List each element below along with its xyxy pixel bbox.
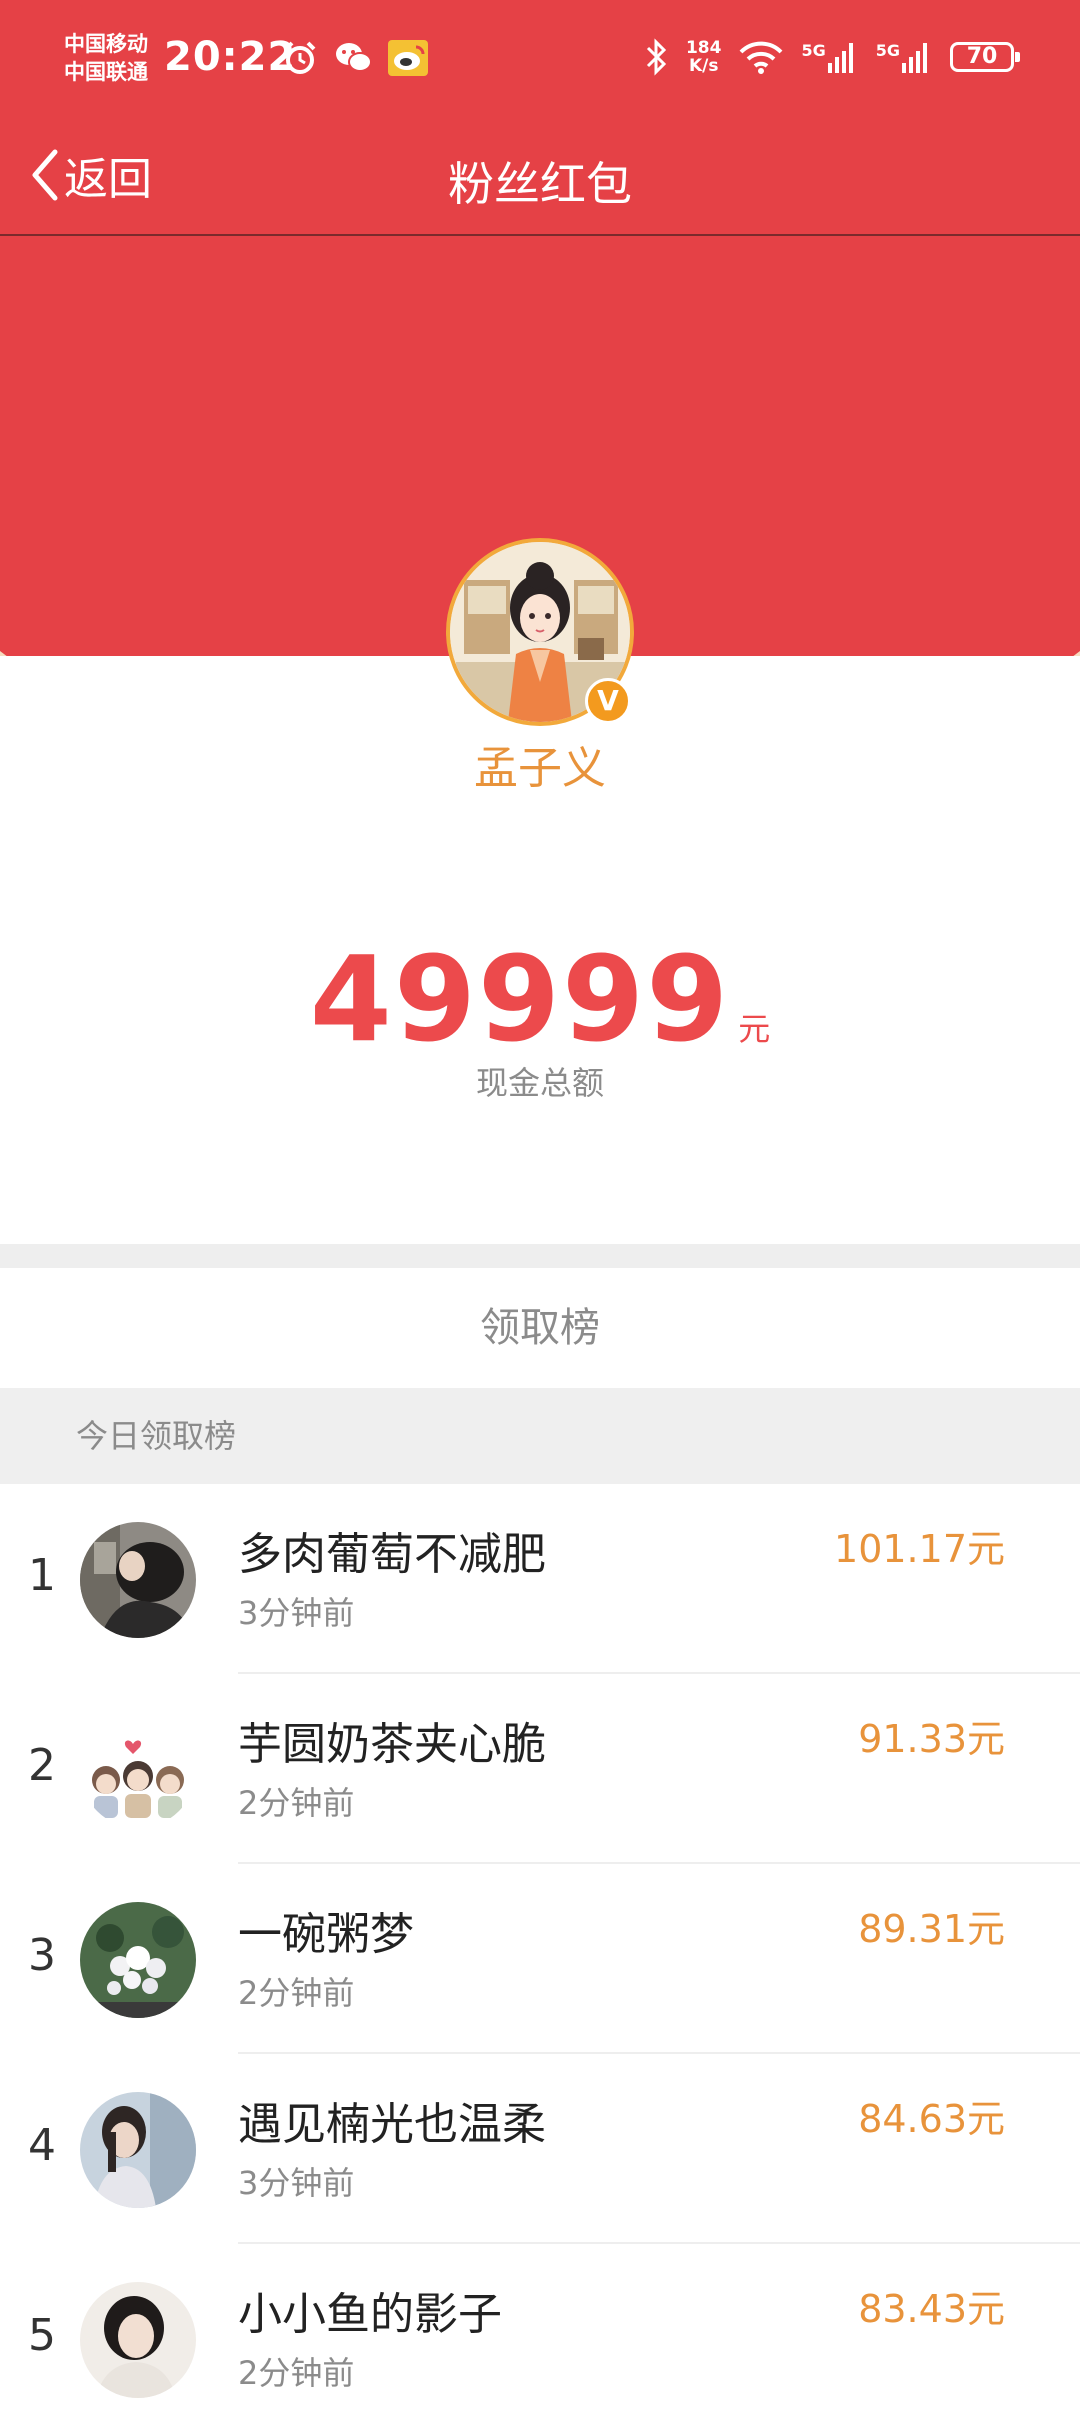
leaderboard-list: 1 多肉葡萄不减肥 3分钟前 101.17元 2 芋圆奶茶夹心脆 2分钟前 91…: [0, 1484, 1080, 2434]
carrier-1: 中国移动: [64, 32, 148, 56]
claim-amount: 89.31元: [858, 1907, 1005, 1951]
signal-bars-1-icon: [827, 43, 853, 73]
user-name: 遇见楠光也温柔: [238, 2099, 546, 2150]
user-name: 芋圆奶茶夹心脆: [238, 1719, 546, 1770]
total-amount-caption: 现金总额: [475, 1064, 604, 1102]
nav-bar: 返回 粉丝红包: [0, 120, 1080, 234]
wifi-icon: [740, 41, 783, 74]
user-avatar[interactable]: [80, 2092, 196, 2208]
claim-amount: 91.33元: [858, 1717, 1005, 1761]
claim-time: 2分钟前: [238, 1784, 355, 1822]
weibo-icon: [388, 40, 428, 76]
claim-amount: 84.63元: [858, 2097, 1005, 2141]
user-avatar-image: [80, 2092, 196, 2208]
total-amount-value: 49999: [309, 930, 731, 1068]
carrier-2: 中国联通: [64, 60, 148, 84]
verified-badge-icon: V: [585, 678, 631, 724]
status-time: 20:22: [164, 34, 297, 80]
section-gap: [0, 1244, 1080, 1268]
system-icons: 184 K/s 5G 5G 70: [644, 38, 1020, 76]
alarm-icon: [284, 41, 316, 74]
user-name: 多肉葡萄不减肥: [238, 1529, 546, 1580]
signal-strength-1: 5G: [801, 41, 857, 73]
claim-time: 3分钟前: [238, 1594, 355, 1632]
claim-time: 2分钟前: [238, 1974, 355, 2012]
row-rank: 2: [28, 1740, 56, 1791]
today-leaderboard-bar: 今日领取榜: [0, 1388, 1080, 1484]
leaderboard-row[interactable]: 2 芋圆奶茶夹心脆 2分钟前 91.33元: [0, 1674, 1080, 1864]
bluetooth-icon: [646, 38, 667, 76]
battery-indicator: 70: [950, 42, 1020, 72]
claim-time: 2分钟前: [238, 2354, 355, 2392]
status-bar: 中国移动 中国联通 20:22 184 K/s 5G 5G 70: [0, 0, 1080, 120]
leaderboard-row[interactable]: 4 遇见楠光也温柔 3分钟前 84.63元: [0, 2054, 1080, 2244]
page-title: 粉丝红包: [448, 157, 632, 211]
user-avatar[interactable]: [80, 1712, 196, 1828]
total-amount: 49999 元: [0, 930, 1080, 1068]
row-rank: 4: [28, 2120, 56, 2171]
user-avatar-image: [80, 1902, 196, 2018]
carrier-labels: 中国移动 中国联通: [64, 30, 148, 86]
user-avatar-image: [80, 2282, 196, 2398]
notification-icons: [282, 40, 428, 76]
row-rank: 3: [28, 1930, 56, 1981]
claim-time: 3分钟前: [238, 2164, 355, 2202]
user-avatar[interactable]: [80, 1902, 196, 2018]
network-speed: 184 K/s: [686, 39, 722, 75]
user-name: 一碗粥梦: [238, 1909, 414, 1960]
user-avatar[interactable]: [80, 1522, 196, 1638]
network-speed-value: 184: [685, 38, 722, 58]
user-avatar[interactable]: [80, 2282, 196, 2398]
host-name[interactable]: 孟子义: [0, 732, 1080, 796]
user-avatar-image: [80, 1712, 196, 1828]
claim-amount: 83.43元: [858, 2287, 1005, 2331]
signal-2-label: 5G: [875, 41, 900, 60]
leaderboard-title: 领取榜: [480, 1305, 600, 1351]
claim-amount: 101.17元: [834, 1527, 1005, 1571]
leaderboard-row[interactable]: 1 多肉葡萄不减肥 3分钟前 101.17元: [0, 1484, 1080, 1674]
today-leaderboard-label: 今日领取榜: [76, 1417, 237, 1455]
wechat-icon: [336, 43, 372, 72]
user-name: 小小鱼的影子: [238, 2289, 502, 2340]
leaderboard-row[interactable]: 3 一碗粥梦 2分钟前 89.31元: [0, 1864, 1080, 2054]
row-rank: 5: [28, 2310, 56, 2361]
total-amount-unit: 元: [738, 1010, 771, 1048]
network-speed-unit: K/s: [688, 56, 719, 76]
signal-strength-2: 5G: [876, 41, 932, 73]
row-rank: 1: [28, 1550, 56, 1601]
user-avatar-image: [80, 1522, 196, 1638]
signal-1-label: 5G: [801, 41, 826, 60]
signal-bars-2-icon: [902, 43, 927, 73]
leaderboard-row[interactable]: 5 小小鱼的影子 2分钟前 83.43元: [0, 2244, 1080, 2434]
